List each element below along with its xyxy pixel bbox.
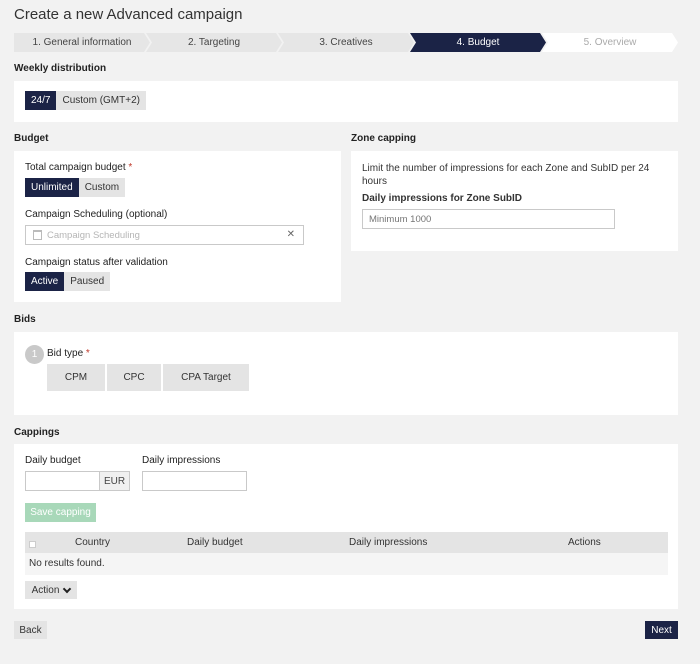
bid-type-label: Bid type * [47,348,90,359]
daily-budget-label: Daily budget [25,455,81,466]
status-after-validation-label: Campaign status after validation [25,257,168,268]
column-daily-impressions[interactable]: Daily impressions [349,537,427,548]
weekly-distribution-panel: 24/7 Custom (GMT+2) [14,81,678,122]
action-dropdown[interactable]: Action [25,581,77,599]
no-results-text: No results found. [29,558,105,569]
daily-impressions-input[interactable] [142,471,247,491]
bid-type-cpc[interactable]: CPC [107,364,161,391]
step-targeting[interactable]: 2. Targeting [146,33,282,52]
status-active[interactable]: Active [25,272,65,291]
zone-capping-panel: Limit the number of impressions for each… [351,151,678,251]
bid-type-cpm[interactable]: CPM [47,364,105,391]
budget-panel: Total campaign budget * Unlimited Custom… [14,151,341,302]
cappings-heading: Cappings [14,427,60,438]
wizard-stepper: 1. General information 2. Targeting 3. C… [14,33,678,52]
zone-subid-impressions-input[interactable] [362,209,615,229]
campaign-scheduling-input[interactable]: Campaign Scheduling ✕ [25,225,304,245]
daily-budget-input[interactable] [25,471,100,491]
step-overview[interactable]: 5. Overview [542,33,678,52]
currency-addon: EUR [99,471,130,491]
zone-capping-heading: Zone capping [351,133,416,144]
cappings-table-header: Country Daily budget Daily impressions A… [25,532,668,553]
chevron-down-icon [63,584,72,593]
required-marker: * [85,348,90,359]
required-marker: * [128,162,133,173]
weekly-option-custom[interactable]: Custom (GMT+2) [56,91,146,110]
column-daily-budget[interactable]: Daily budget [187,537,243,548]
weekly-distribution-heading: Weekly distribution [14,63,107,74]
column-country[interactable]: Country [75,537,110,548]
daily-impressions-label: Daily impressions [142,455,221,466]
step-number-badge: 1 [25,345,44,364]
column-actions: Actions [568,537,601,548]
next-button[interactable]: Next [645,621,678,639]
zone-capping-help: Limit the number of impressions for each… [362,163,650,187]
zone-subid-label: Daily impressions for Zone SubID [362,193,523,204]
step-budget[interactable]: 4. Budget [410,33,546,52]
bid-type-cpa-target[interactable]: CPA Target [163,364,249,391]
step-general-information[interactable]: 1. General information [14,33,150,52]
weekly-option-247[interactable]: 24/7 [25,91,57,110]
status-paused[interactable]: Paused [64,272,111,291]
total-budget-label: Total campaign budget * [25,162,133,173]
scheduling-label: Campaign Scheduling (optional) [25,209,168,220]
clear-icon[interactable]: ✕ [287,229,295,240]
save-capping-button[interactable]: Save capping [25,503,96,522]
budget-heading: Budget [14,133,49,144]
back-button[interactable]: Back [14,621,47,639]
bids-panel: 1 Bid type * CPM CPC CPA Target [14,332,678,415]
scheduling-placeholder: Campaign Scheduling [47,229,140,241]
cappings-panel: Daily budget EUR Daily impressions Save … [14,444,678,609]
total-budget-unlimited[interactable]: Unlimited [25,178,79,197]
bids-heading: Bids [14,314,36,325]
step-creatives[interactable]: 3. Creatives [278,33,414,52]
select-all-checkbox[interactable] [29,541,36,548]
total-budget-custom[interactable]: Custom [78,178,126,197]
cappings-table-empty-row: No results found. [25,553,668,575]
calendar-icon [33,230,42,240]
page-title: Create a new Advanced campaign [14,6,243,23]
